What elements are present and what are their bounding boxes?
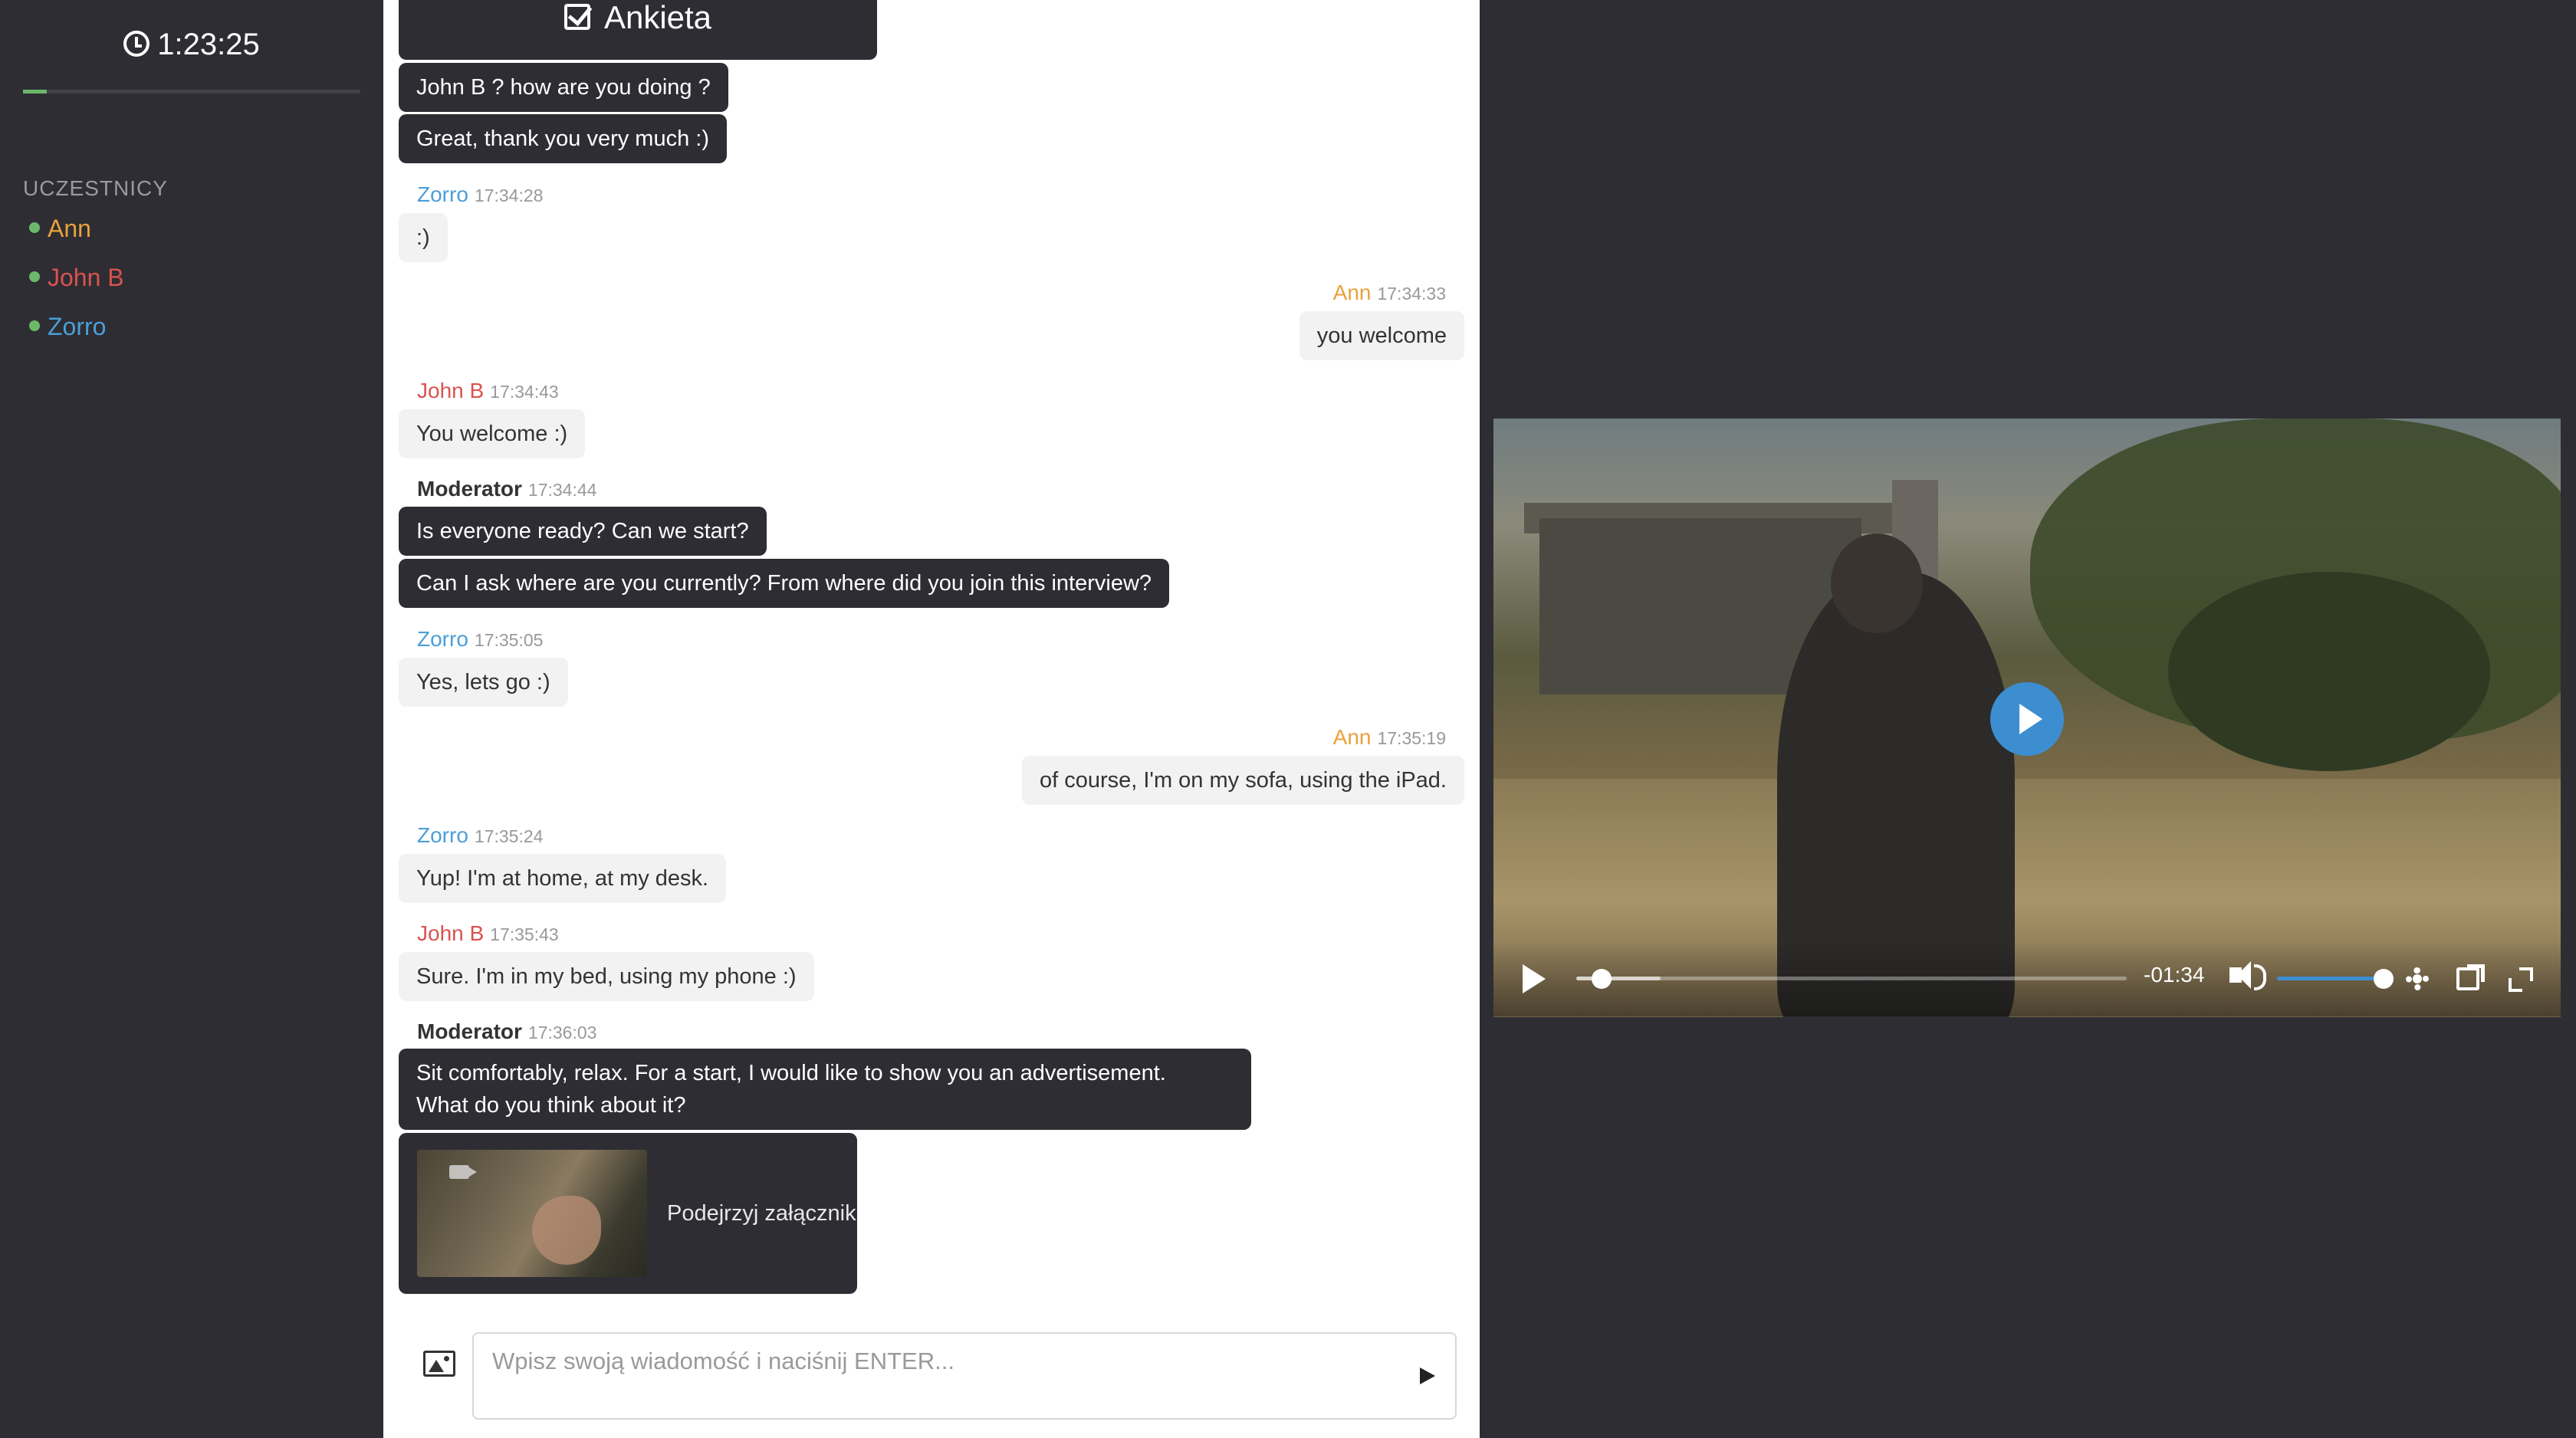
volume-icon[interactable]	[2229, 961, 2266, 990]
video-camera-icon	[449, 1165, 477, 1179]
play-icon[interactable]	[1523, 964, 1546, 993]
chat-message: of course, I'm on my sofa, using the iPa…	[1021, 756, 1464, 805]
message-time: 17:34:28	[474, 185, 544, 205]
message-author: Moderator	[417, 1019, 522, 1043]
message-author: Zorro	[417, 823, 468, 847]
message-line: What do you think about it?	[416, 1093, 686, 1118]
send-button[interactable]	[1420, 1367, 1435, 1384]
participant-name: John B	[48, 264, 124, 291]
message-author: Moderator	[417, 477, 522, 501]
sidebar: 1:23:25 UCZESTNICY Ann John B Zorro	[0, 0, 383, 1438]
online-status-icon	[29, 320, 40, 331]
chat-message-multiline: Sit comfortably, relax. For a start, I w…	[399, 1049, 1251, 1130]
message-author: John B	[417, 379, 485, 402]
thumbnail-image	[532, 1196, 601, 1265]
message-meta: John B 17:34:43	[417, 379, 559, 403]
attachment-thumbnail[interactable]	[417, 1150, 647, 1277]
message-input[interactable]	[492, 1344, 1336, 1378]
view-attachment-link[interactable]: Podejrzyj załącznik	[667, 1194, 856, 1233]
video-attachment[interactable]: Podejrzyj załącznik	[399, 1133, 857, 1294]
message-time: 17:34:33	[1377, 284, 1446, 304]
message-author: Ann	[1332, 281, 1372, 304]
message-meta: Moderator 17:36:03	[417, 1019, 596, 1044]
message-meta: Ann 17:35:19	[1333, 725, 1446, 750]
participant-name: Zorro	[48, 313, 107, 340]
popout-icon[interactable]	[2456, 964, 2485, 990]
message-meta: Ann 17:34:33	[1333, 281, 1446, 305]
message-line: Sit comfortably, relax. For a start, I w…	[416, 1061, 1166, 1085]
image-upload-icon[interactable]	[423, 1351, 455, 1377]
message-time: 17:36:03	[527, 1023, 597, 1042]
fullscreen-icon[interactable]	[2509, 967, 2533, 992]
message-meta: Zorro 17:34:28	[417, 182, 543, 207]
online-status-icon	[29, 222, 40, 233]
survey-label: Ankieta	[603, 0, 712, 35]
chat-message: Yes, lets go :)	[399, 658, 568, 707]
chat-message: John B ? how are you doing ?	[399, 63, 728, 112]
online-status-icon	[29, 271, 40, 282]
participants-heading: UCZESTNICY	[23, 176, 168, 200]
message-author: Zorro	[417, 627, 468, 651]
participant-ann[interactable]: Ann	[29, 215, 91, 243]
message-author: John B	[417, 921, 485, 945]
chat-message: Great, thank you very much :)	[399, 114, 727, 163]
chat-panel: Ankieta John B ? how are you doing ? Gre…	[383, 0, 1480, 1438]
seek-bar[interactable]	[1576, 969, 2127, 989]
chat-message: you welcome	[1299, 311, 1464, 360]
message-composer	[472, 1332, 1457, 1420]
checkbox-icon	[564, 4, 590, 30]
gear-icon[interactable]	[2406, 967, 2429, 990]
participant-zorro[interactable]: Zorro	[29, 313, 106, 341]
message-time: 17:35:43	[490, 924, 559, 944]
seek-buffer	[1576, 977, 1661, 980]
chat-message: Sure. I'm in my bed, using my phone :)	[399, 952, 814, 1001]
seek-handle[interactable]	[1592, 969, 1612, 989]
chat-message: :)	[399, 213, 448, 262]
message-author: Ann	[1332, 725, 1372, 749]
message-time: 17:34:43	[490, 382, 559, 402]
video-player[interactable]: -01:34	[1493, 419, 2561, 1017]
session-progress-bar	[23, 90, 360, 94]
message-meta: Zorro 17:35:05	[417, 627, 543, 652]
timer-value: 1:23:25	[157, 28, 260, 61]
message-meta: Zorro 17:35:24	[417, 823, 543, 848]
clock-icon	[123, 31, 150, 57]
message-meta: Moderator 17:34:44	[417, 477, 596, 501]
message-author: Zorro	[417, 182, 468, 206]
session-timer: 1:23:25	[0, 28, 383, 62]
chat-message: Can I ask where are you currently? From …	[399, 559, 1170, 608]
message-time: 17:35:19	[1377, 728, 1446, 748]
video-controls: -01:34	[1493, 940, 2561, 1016]
big-play-button[interactable]	[1990, 682, 2064, 756]
time-remaining: -01:34	[2144, 963, 2205, 987]
chat-message: You welcome :)	[399, 409, 586, 458]
message-time: 17:35:24	[474, 826, 544, 846]
video-frame	[2168, 572, 2490, 771]
video-frame	[1831, 534, 1923, 633]
message-time: 17:34:44	[527, 480, 597, 500]
participant-john-b[interactable]: John B	[29, 264, 124, 292]
survey-button[interactable]: Ankieta	[399, 0, 877, 60]
session-progress-fill	[23, 90, 47, 94]
volume-handle[interactable]	[2374, 969, 2394, 989]
message-time: 17:35:05	[474, 630, 544, 650]
chat-message: Yup! I'm at home, at my desk.	[399, 854, 727, 903]
participant-name: Ann	[48, 215, 91, 242]
message-meta: John B 17:35:43	[417, 921, 559, 946]
chat-message: Is everyone ready? Can we start?	[399, 507, 767, 556]
